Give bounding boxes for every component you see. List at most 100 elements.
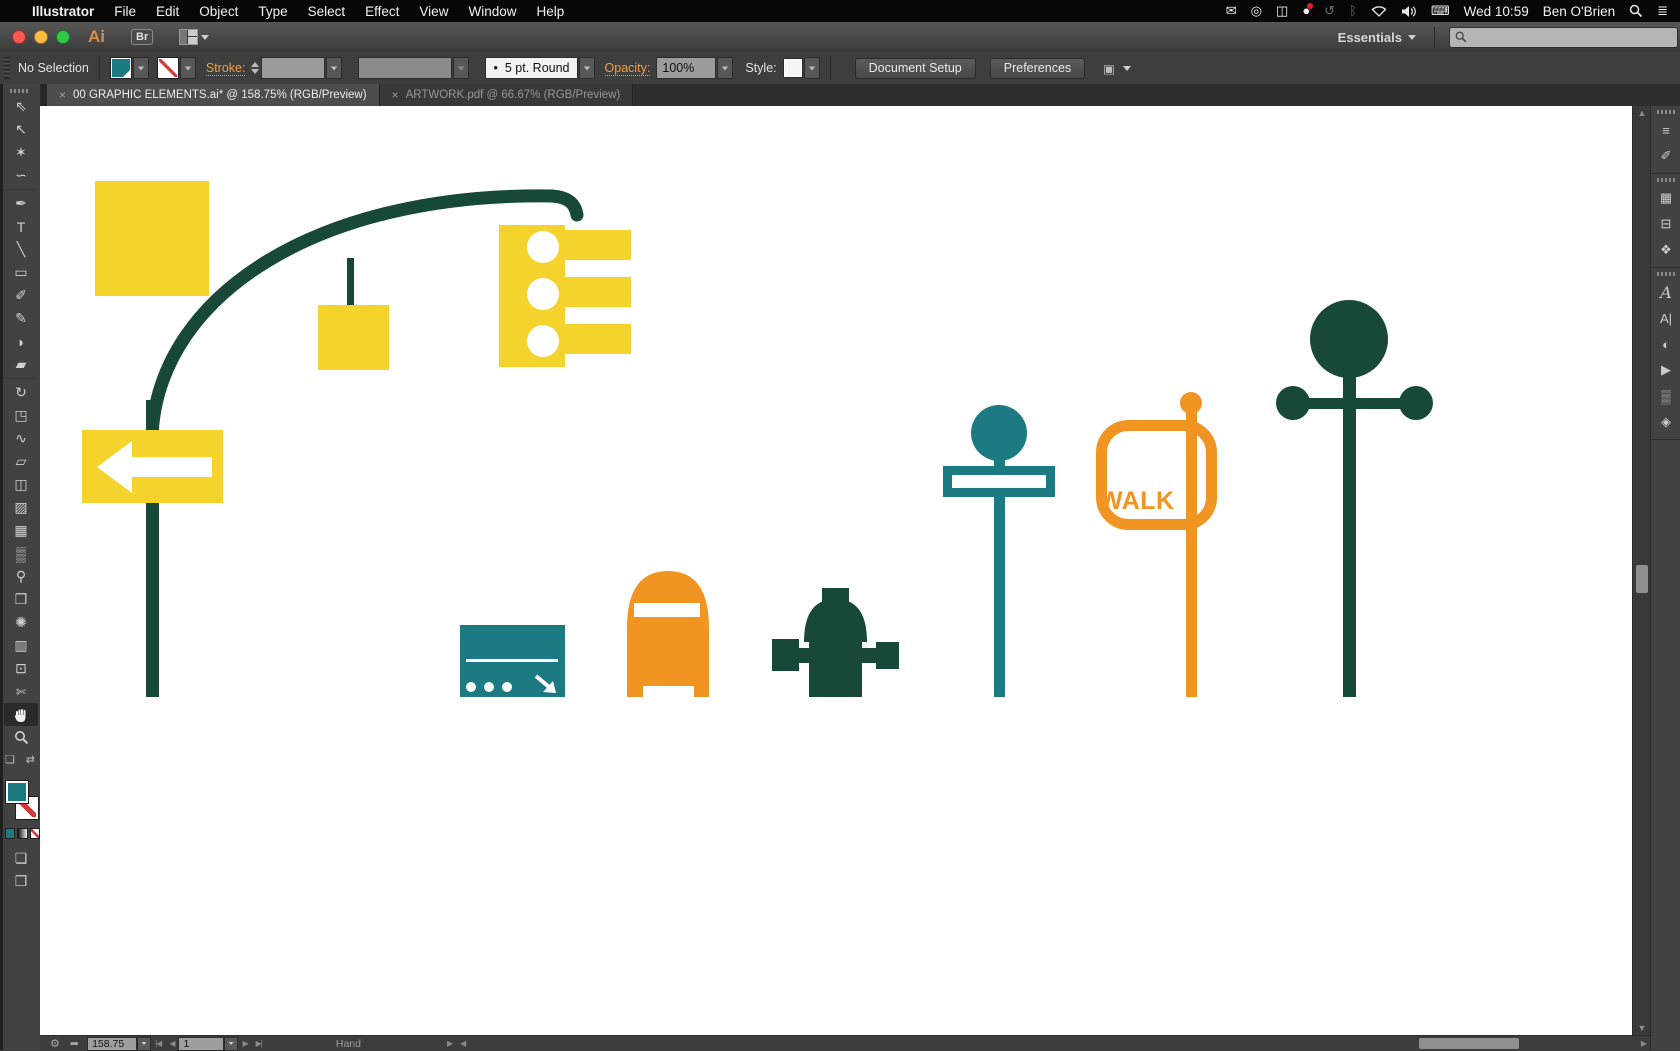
- glyphs-panel-icon[interactable]: A: [1651, 279, 1680, 305]
- blob-brush-tool[interactable]: ◗: [4, 330, 38, 353]
- mesh-tool[interactable]: ▦: [4, 519, 38, 542]
- artboard-tool[interactable]: ⊡: [4, 657, 38, 680]
- scale-tool[interactable]: ◳: [4, 404, 38, 427]
- aperture-icon[interactable]: ◎: [1251, 0, 1262, 22]
- menu-help[interactable]: Help: [526, 4, 574, 19]
- time-machine-icon[interactable]: ↺: [1324, 0, 1335, 22]
- opacity-panel-link[interactable]: Opacity:: [605, 61, 651, 76]
- document-canvas[interactable]: WALK: [40, 106, 1632, 1035]
- preferences-button[interactable]: Preferences: [990, 58, 1085, 79]
- street-sign-post[interactable]: [948, 405, 1051, 697]
- stroke-weight-field[interactable]: [261, 57, 325, 79]
- width-profile-dropdown[interactable]: [453, 57, 469, 79]
- scroll-up-button[interactable]: ▲: [1633, 106, 1651, 120]
- color-panel-icon[interactable]: ❖: [1651, 237, 1680, 263]
- perspective-grid-tool[interactable]: ▨: [4, 496, 38, 519]
- menu-file[interactable]: File: [104, 4, 146, 19]
- scroll-left-button[interactable]: ◀: [460, 1039, 465, 1048]
- eyedropper-tool[interactable]: ⚲: [4, 565, 38, 588]
- brush-definition-field[interactable]: • 5 pt. Round: [485, 57, 577, 79]
- style-dropdown[interactable]: [804, 57, 820, 79]
- dock-grip[interactable]: [1657, 178, 1675, 182]
- artboard-number-field[interactable]: 1: [178, 1037, 224, 1051]
- dock-grip[interactable]: [1657, 110, 1675, 114]
- magic-wand-tool[interactable]: ✶: [4, 141, 38, 164]
- gradient-mode-button[interactable]: [17, 828, 27, 839]
- tab-graphic-elements[interactable]: × 00 GRAPHIC ELEMENTS.ai* @ 158.75% (RGB…: [47, 84, 380, 106]
- drawing-mode-button[interactable]: ❏: [4, 847, 38, 870]
- artboard-dropdown[interactable]: [224, 1037, 238, 1051]
- control-bar-grip[interactable]: [4, 57, 10, 79]
- column-graph-tool[interactable]: ▥: [4, 634, 38, 657]
- stroke-panel-link[interactable]: Stroke:: [206, 61, 246, 76]
- menu-type[interactable]: Type: [248, 4, 297, 19]
- document-setup-button[interactable]: Document Setup: [855, 58, 976, 79]
- swatch-libraries-panel-icon[interactable]: ⊟: [1651, 211, 1680, 237]
- status-popup-arrow[interactable]: ▶: [447, 1039, 452, 1048]
- horizontal-scrollbar[interactable]: [469, 1036, 1637, 1051]
- window-zoom-button[interactable]: [56, 30, 70, 44]
- shape-builder-tool[interactable]: ◫: [4, 473, 38, 496]
- vertical-scroll-thumb[interactable]: [1636, 565, 1648, 593]
- menu-select[interactable]: Select: [298, 4, 356, 19]
- go-to-bridge-button[interactable]: Br: [131, 29, 153, 45]
- pen-tool[interactable]: ✒: [4, 192, 38, 215]
- type-tool[interactable]: T: [4, 215, 38, 238]
- stroke-weight-dropdown[interactable]: [326, 57, 342, 79]
- free-transform-tool[interactable]: ▱: [4, 450, 38, 473]
- last-artboard-button[interactable]: ▶|: [256, 1039, 262, 1048]
- scroll-down-button[interactable]: ▼: [1633, 1021, 1651, 1035]
- previous-artboard-button[interactable]: ◀: [169, 1039, 174, 1048]
- default-fill-stroke-icon[interactable]: ❏: [5, 753, 15, 766]
- eraser-tool[interactable]: ▰: [4, 353, 38, 376]
- window-close-button[interactable]: [12, 30, 26, 44]
- menu-view[interactable]: View: [409, 4, 458, 19]
- sync-status-icon[interactable]: ⚙: [50, 1037, 60, 1050]
- brush-definition-dropdown[interactable]: [579, 57, 595, 79]
- menu-object[interactable]: Object: [189, 4, 248, 19]
- width-profile-field[interactable]: [358, 57, 452, 79]
- tools-panel-grip[interactable]: [10, 89, 30, 93]
- zoom-tool[interactable]: [4, 726, 38, 749]
- horizontal-scroll-thumb[interactable]: [1419, 1038, 1519, 1049]
- menu-edit[interactable]: Edit: [146, 4, 189, 19]
- character-panel-icon[interactable]: A|: [1651, 305, 1680, 331]
- arrange-documents-button[interactable]: [179, 29, 209, 45]
- gradient-panel-icon[interactable]: ▒: [1651, 383, 1680, 409]
- first-artboard-button[interactable]: |◀: [155, 1039, 161, 1048]
- fire-hydrant[interactable]: [772, 588, 899, 697]
- select-similar-dropdown[interactable]: [1123, 66, 1131, 71]
- close-icon[interactable]: ×: [392, 88, 399, 102]
- notification-center-icon[interactable]: ≣: [1657, 0, 1668, 22]
- menu-clock[interactable]: Wed 10:59: [1464, 4, 1529, 19]
- tab-artwork-pdf[interactable]: × ARTWORK.pdf @ 66.67% (RGB/Preview): [380, 84, 634, 106]
- zoom-level-field[interactable]: 158.75: [87, 1037, 137, 1051]
- transparency-panel-icon[interactable]: ◐: [1651, 331, 1680, 357]
- bluetooth-icon[interactable]: ᛒ: [1349, 0, 1357, 22]
- pencil-tool[interactable]: ✎: [4, 307, 38, 330]
- blend-tool[interactable]: ❒: [4, 588, 38, 611]
- direct-selection-tool[interactable]: ↖: [4, 118, 38, 141]
- scroll-right-button[interactable]: ▶: [1641, 1039, 1646, 1048]
- menu-user[interactable]: Ben O'Brien: [1543, 4, 1615, 19]
- stroke-weight-stepper[interactable]: [251, 62, 259, 74]
- close-icon[interactable]: ×: [59, 88, 66, 102]
- traffic-light-assembly[interactable]: [82, 181, 631, 697]
- hand-tool[interactable]: [4, 703, 38, 726]
- color-mode-button[interactable]: [5, 828, 15, 839]
- menu-illustrator[interactable]: Illustrator: [22, 4, 104, 19]
- workspace-switcher[interactable]: Essentials: [1338, 30, 1416, 45]
- style-swatch[interactable]: [783, 58, 803, 78]
- menu-effect[interactable]: Effect: [355, 4, 409, 19]
- none-mode-button[interactable]: [30, 828, 40, 839]
- walk-sign[interactable]: WALK: [1099, 392, 1212, 697]
- opacity-dropdown[interactable]: [717, 57, 733, 79]
- input-source-icon[interactable]: ⌨: [1431, 0, 1450, 22]
- paintbrush-tool[interactable]: ✐: [4, 284, 38, 307]
- line-segment-tool[interactable]: ╲: [4, 238, 38, 261]
- screen-record-icon[interactable]: ●: [1302, 0, 1310, 22]
- window-minimize-button[interactable]: [34, 30, 48, 44]
- brushes-panel-icon[interactable]: ✐: [1651, 143, 1680, 169]
- actions-panel-icon[interactable]: ▶: [1651, 357, 1680, 383]
- selection-tool[interactable]: ⇖: [4, 95, 38, 118]
